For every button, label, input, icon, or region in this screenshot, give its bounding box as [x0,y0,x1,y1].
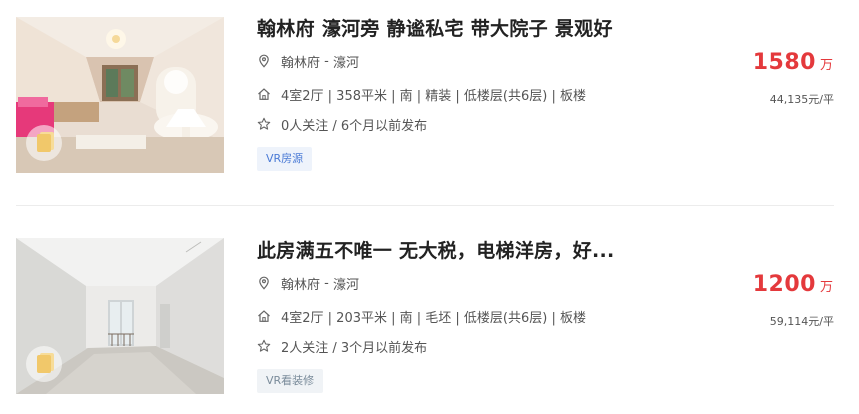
star-icon [257,117,271,131]
location-separator: - [320,53,333,69]
star-icon [257,339,271,353]
follow-info: 2人关注 / 3个月以前发布 [281,340,428,356]
listing-list: 翰林府 濠河旁 静谧私宅 带大院子 景观好 翰林府 - 濠河 4室2厅 | 35… [0,0,859,414]
vr-cube-icon[interactable] [26,346,62,382]
vr-cube-icon[interactable] [26,125,62,161]
house-info-row: 4室2厅 | 203平米 | 南 | 毛坯 | 低楼层(共6层) | 板楼 [257,307,586,326]
total-price: 1200 万 [753,272,833,297]
district-link[interactable]: 濠河 [333,274,359,293]
district-link[interactable]: 濠河 [333,52,359,71]
total-price: 1580 万 [753,50,833,75]
vr-tag: VR房源 [257,147,313,171]
listing-card: 翰林府 濠河旁 静谧私宅 带大院子 景观好 翰林府 - 濠河 4室2厅 | 35… [0,0,859,200]
location-row: 翰林府 - 濠河 [257,52,359,71]
location-icon [257,54,271,68]
community-link[interactable]: 翰林府 [281,274,320,293]
vr-decoration-tag: VR看装修 [257,369,324,393]
listing-photo[interactable] [16,238,224,394]
listing-title[interactable]: 此房满五不唯一 无大税，电梯洋房，好... [257,236,615,263]
location-separator: - [320,275,333,291]
unit-price: 44,135元/平 [769,93,834,106]
unit-price: 59,114元/平 [769,315,834,328]
listing-divider [16,205,834,206]
location-row: 翰林府 - 濠河 [257,274,359,293]
total-price-unit: 万 [819,280,833,295]
house-icon [257,309,271,323]
house-info-row: 4室2厅 | 358平米 | 南 | 精装 | 低楼层(共6层) | 板楼 [257,85,586,104]
listing-photo[interactable] [16,17,224,173]
house-info: 4室2厅 | 358平米 | 南 | 精装 | 低楼层(共6层) | 板楼 [281,88,586,104]
listing-card: 此房满五不唯一 无大税，电梯洋房，好... 翰林府 - 濠河 4室2厅 | 20… [0,222,859,414]
listing-title[interactable]: 翰林府 濠河旁 静谧私宅 带大院子 景观好 [257,14,613,41]
follow-info: 0人关注 / 6个月以前发布 [281,118,428,134]
total-price-value: 1200 [752,272,816,297]
house-info: 4室2厅 | 203平米 | 南 | 毛坯 | 低楼层(共6层) | 板楼 [281,310,586,326]
follow-row: 0人关注 / 6个月以前发布 [257,115,428,134]
follow-row: 2人关注 / 3个月以前发布 [257,337,428,356]
house-icon [257,87,271,101]
total-price-unit: 万 [819,58,833,73]
community-link[interactable]: 翰林府 [281,52,320,71]
location-icon [257,276,271,290]
total-price-value: 1580 [752,50,816,75]
